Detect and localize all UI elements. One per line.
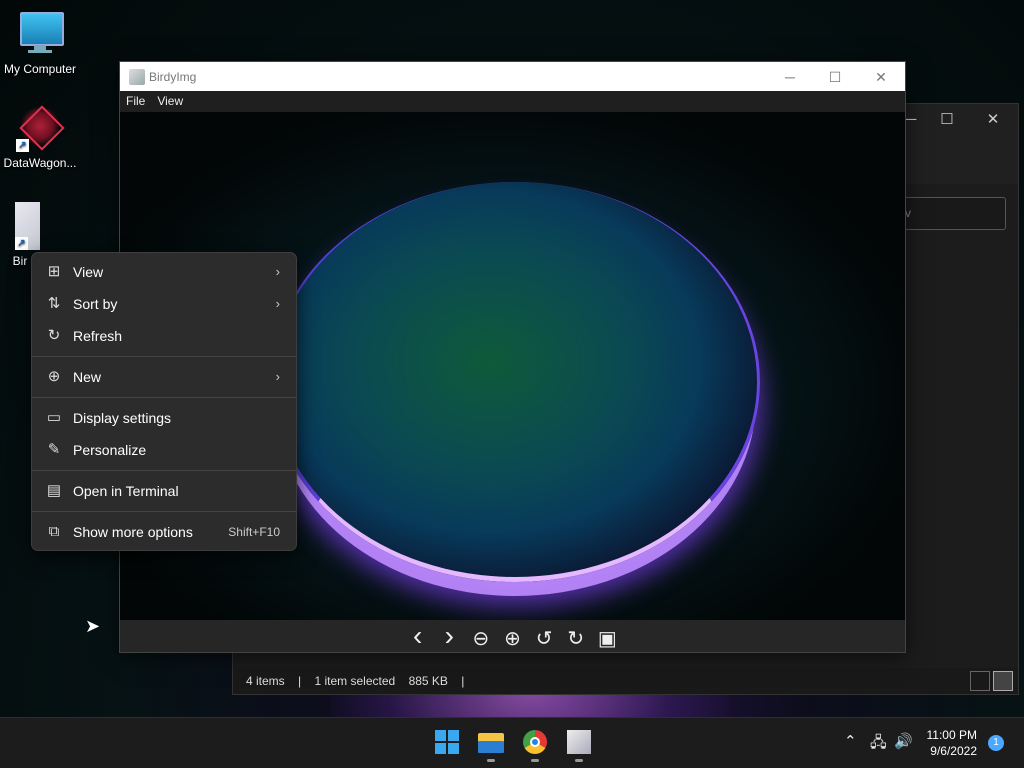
gallery-button[interactable]: ▣: [593, 625, 621, 653]
desktop-context-menu: ⊞ View › ⇅ Sort by › ↻ Refresh ⊕ New › ▭…: [31, 252, 297, 551]
viewer-toolbar: ‹ › ⊖ ⊕ ↺ ↻ ▣: [120, 620, 905, 652]
chevron-right-icon: ›: [275, 369, 280, 384]
start-button[interactable]: [432, 727, 462, 757]
wallpaper-image-rim: [270, 182, 760, 582]
shortcut-arrow-icon: ↗: [15, 237, 28, 250]
desktop-icon-my-computer[interactable]: My Computer: [0, 10, 80, 76]
birdyimg-taskbar-button[interactable]: [564, 727, 594, 762]
more-options-icon: ⧉: [48, 523, 60, 540]
menu-item-label: View: [73, 264, 104, 280]
menu-item-label: Refresh: [73, 328, 123, 344]
maximize-button[interactable]: ☐: [820, 67, 850, 87]
display-icon: ▭: [46, 409, 62, 426]
plus-circle-icon: ⊕: [47, 368, 61, 385]
clock-time: 11:00 PM: [926, 728, 977, 742]
chevron-right-icon: ›: [275, 264, 280, 279]
computer-icon: [16, 10, 64, 58]
menu-separator: [32, 511, 296, 512]
next-image-button[interactable]: ›: [435, 622, 463, 650]
shortcut-arrow-icon: ↗: [16, 139, 29, 152]
previous-image-button[interactable]: ‹: [404, 622, 432, 650]
desktop-icon-datawagon[interactable]: ↗ DataWagon...: [0, 104, 80, 170]
mouse-cursor-icon: ➤: [85, 616, 101, 636]
menu-item-label: New: [73, 369, 102, 385]
menu-item-sort-by[interactable]: ⇅ Sort by ›: [36, 289, 292, 319]
chevron-right-icon: ›: [275, 296, 280, 311]
details-view-button[interactable]: [970, 671, 990, 691]
menu-file[interactable]: File: [120, 91, 151, 111]
menu-view[interactable]: View: [151, 91, 189, 111]
zoom-out-button[interactable]: ⊖: [467, 625, 495, 653]
clock[interactable]: 11:00 PM 9/6/2022: [927, 727, 977, 759]
menu-separator: [32, 397, 296, 398]
rotate-right-button[interactable]: ↻: [562, 625, 590, 653]
file-explorer-taskbar-button[interactable]: [476, 727, 506, 762]
menu-bar: File View: [120, 91, 905, 111]
menu-item-label: Show more options: [73, 524, 193, 540]
window-title: BirdyImg: [149, 70, 197, 84]
sort-icon: ⇅: [47, 295, 61, 312]
desktop-icon-label: DataWagon...: [3, 156, 77, 170]
status-size: 885 KB: [408, 674, 448, 688]
minimize-button[interactable]: ─: [775, 67, 805, 87]
menu-item-refresh[interactable]: ↻ Refresh: [36, 321, 292, 351]
taskbar: ⌃ 🖧 🔊 11:00 PM 9/6/2022 1: [0, 717, 1024, 768]
explorer-statusbar: 4 items | 1 item selected 885 KB |: [233, 668, 1018, 694]
viewer-titlebar[interactable]: BirdyImg ─ ☐ ✕: [120, 62, 905, 91]
desktop-icon-label: My Computer: [3, 62, 77, 76]
volume-icon[interactable]: 🔊: [894, 732, 913, 750]
menu-item-open-in-terminal[interactable]: ▤ Open in Terminal: [36, 476, 292, 506]
status-separator: |: [461, 674, 465, 688]
menu-item-view[interactable]: ⊞ View ›: [36, 257, 292, 287]
menu-item-label: Display settings: [73, 410, 172, 426]
birdyimg-icon: ↗: [15, 202, 40, 250]
birdyimg-app-icon: [567, 730, 591, 754]
menu-item-personalize[interactable]: ✎ Personalize: [36, 435, 292, 465]
menu-separator: [32, 470, 296, 471]
zoom-in-button[interactable]: ⊕: [499, 625, 527, 653]
menu-item-new[interactable]: ⊕ New ›: [36, 362, 292, 392]
menu-item-show-more-options[interactable]: ⧉ Show more options Shift+F10: [36, 517, 292, 547]
notification-badge[interactable]: 1: [988, 735, 1004, 751]
tray-chevron-icon[interactable]: ⌃: [844, 732, 857, 750]
datawagon-icon: ↗: [16, 104, 65, 152]
status-item-count: 4 items: [246, 674, 285, 688]
terminal-icon: ▤: [46, 482, 62, 499]
close-button[interactable]: ✕: [866, 67, 896, 87]
menu-item-label: Personalize: [73, 442, 147, 458]
explorer-close-button[interactable]: ✕: [978, 110, 1008, 130]
refresh-icon: ↻: [47, 327, 61, 344]
grid-icon: ⊞: [47, 263, 61, 280]
large-icons-view-button[interactable]: [993, 671, 1013, 691]
menu-item-display-settings[interactable]: ▭ Display settings: [36, 403, 292, 433]
status-separator: |: [298, 674, 302, 688]
shortcut-hint: Shift+F10: [228, 525, 280, 539]
status-selected: 1 item selected: [314, 674, 396, 688]
rotate-left-button[interactable]: ↺: [530, 625, 558, 653]
chrome-taskbar-button[interactable]: [520, 727, 550, 762]
app-icon: [129, 69, 145, 85]
menu-separator: [32, 356, 296, 357]
explorer-search-input[interactable]: v: [902, 197, 1006, 230]
menu-item-label: Open in Terminal: [73, 483, 179, 499]
explorer-maximize-button[interactable]: ☐: [932, 110, 962, 130]
clock-date: 9/6/2022: [930, 744, 977, 758]
menu-item-label: Sort by: [73, 296, 118, 312]
pen-icon: ✎: [47, 441, 61, 458]
network-icon[interactable]: 🖧: [870, 732, 887, 757]
